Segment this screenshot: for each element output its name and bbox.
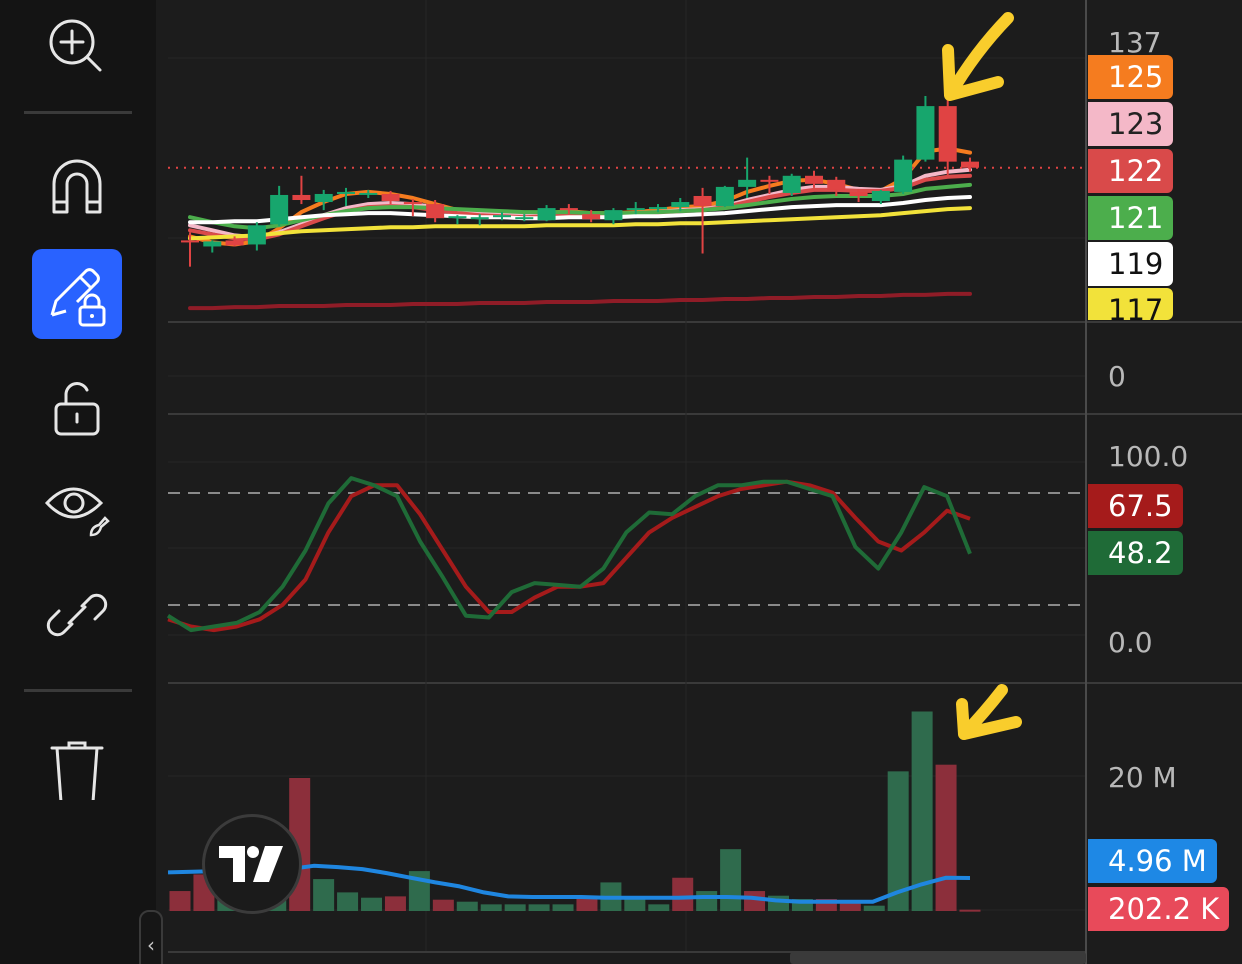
candle-body <box>871 190 890 202</box>
volume-bar <box>361 897 383 911</box>
candle-body <box>626 208 645 211</box>
candle-body <box>225 240 244 246</box>
candle-body <box>582 214 601 220</box>
moving-average-line <box>188 291 972 311</box>
candle-body <box>537 208 556 221</box>
badge-ma-pink: 123 <box>1088 102 1174 146</box>
volume-bar <box>624 899 646 911</box>
price-axis-label-zero: 0 <box>1108 360 1126 393</box>
badge-last-price: 122 <box>1088 149 1174 193</box>
time-scrollbar[interactable] <box>790 952 1086 964</box>
badge-ma-orange: 125 <box>1088 55 1174 99</box>
volume-bar <box>935 764 957 911</box>
candle-body <box>292 194 311 201</box>
candle-body <box>381 193 400 202</box>
tradingview-logo-icon <box>219 846 283 882</box>
candle-body <box>649 207 667 210</box>
tradingview-logo[interactable] <box>202 814 302 914</box>
candle-body <box>448 216 467 219</box>
volume-bar <box>169 891 191 911</box>
volume-bar <box>744 891 766 911</box>
volume-bar <box>337 892 359 911</box>
volume-bar <box>720 849 742 911</box>
candle-body <box>181 240 199 243</box>
candle-body <box>827 179 846 190</box>
badge-stoch-d: 67.5 <box>1088 484 1183 528</box>
volume-bar <box>863 905 885 911</box>
badge-volume-last: 202.2 K <box>1088 887 1230 931</box>
candle-body <box>559 208 578 211</box>
candle-body <box>715 186 734 207</box>
candle-body <box>849 191 868 196</box>
price-scale-divider <box>1085 0 1087 964</box>
volume-bar <box>480 904 502 911</box>
candle-body <box>470 217 489 220</box>
stoch-d-line <box>167 479 971 633</box>
candle-body <box>961 161 979 168</box>
badge-ma-yellow: 117 <box>1088 288 1174 320</box>
candle-body <box>270 194 289 225</box>
annotation-arrow-volume <box>956 684 1022 740</box>
candle-body <box>671 202 690 208</box>
volume-bar <box>313 879 335 911</box>
candle-body <box>805 175 823 184</box>
volume-bar <box>959 909 981 912</box>
candle-body <box>738 179 757 187</box>
candle-body <box>693 195 712 207</box>
annotation-arrow-price <box>942 12 1014 101</box>
candle-body <box>426 204 445 219</box>
candle-body <box>782 175 801 193</box>
badge-ma-white: 119 <box>1088 242 1174 286</box>
volume-bar <box>432 899 454 911</box>
volume-bar <box>456 901 478 911</box>
badge-ma-green: 121 <box>1088 196 1174 240</box>
candle-body <box>403 202 422 205</box>
candle-body <box>203 241 222 247</box>
candle-body <box>604 210 623 221</box>
candle-body <box>493 215 511 218</box>
volume-axis-label: 20 M <box>1108 761 1177 794</box>
candle-body <box>314 193 333 203</box>
chart-canvas[interactable] <box>0 0 1242 964</box>
volume-bar <box>696 891 718 911</box>
stoch-axis-label-top: 100.0 <box>1108 440 1189 473</box>
candle-body <box>760 179 779 182</box>
volume-bar <box>528 904 550 911</box>
volume-bar <box>384 896 406 911</box>
volume-bar <box>552 904 574 911</box>
stoch-axis-label-bottom: 0.0 <box>1108 626 1153 659</box>
volume-bar <box>672 877 694 911</box>
collapse-toolbar-button[interactable]: ‹ <box>139 910 163 964</box>
chart-app: 137 0 100.0 0.0 20 M 125 123 122 121 119… <box>0 0 1242 964</box>
candle-body <box>894 159 913 192</box>
volume-bar <box>504 904 526 911</box>
candle-body <box>359 192 378 195</box>
volume-bar <box>648 904 670 911</box>
candle-body <box>938 106 957 162</box>
candle-body <box>916 106 935 160</box>
stoch-k-line <box>166 476 972 633</box>
badge-volume-ma: 4.96 M <box>1088 839 1217 883</box>
candle-body <box>247 225 266 245</box>
candle-body <box>337 191 355 194</box>
badge-stoch-k: 48.2 <box>1088 531 1183 575</box>
candle-body <box>515 217 534 220</box>
